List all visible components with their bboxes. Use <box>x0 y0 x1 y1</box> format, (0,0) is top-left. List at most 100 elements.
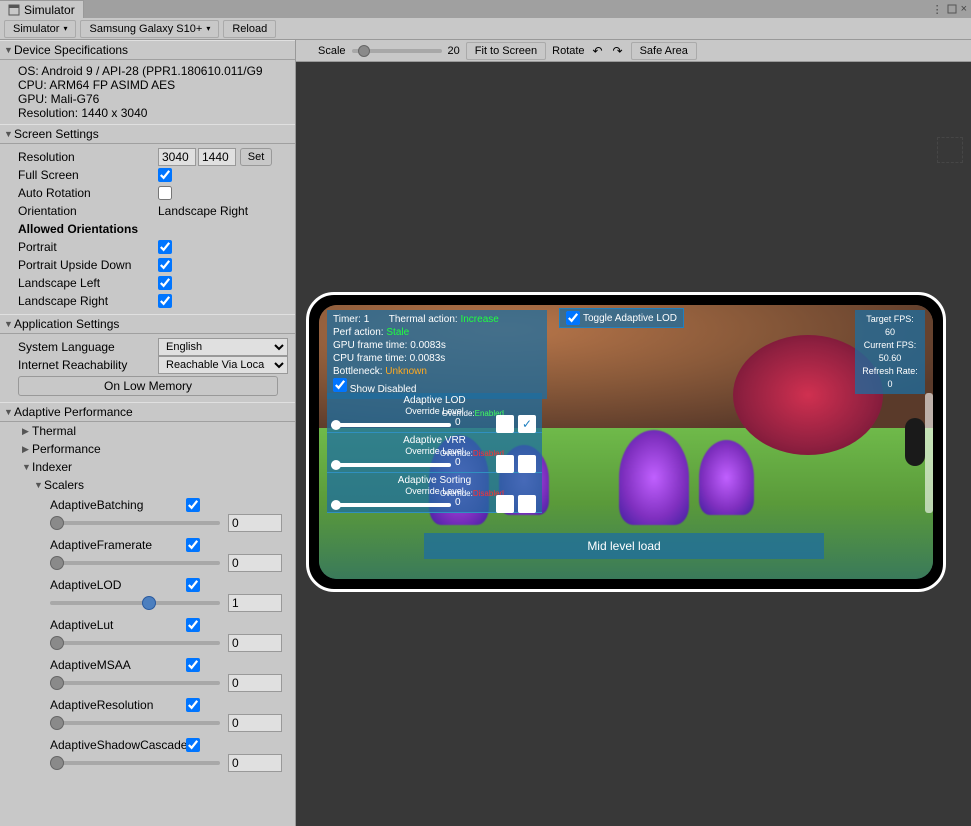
allowed-orientations-label: Allowed Orientations <box>18 222 158 236</box>
resolution-height-input[interactable] <box>198 148 236 166</box>
show-disabled-checkbox[interactable] <box>333 378 347 392</box>
ov-ctrl-value: 0 <box>455 457 461 468</box>
ov-ctrl-box[interactable] <box>496 415 514 433</box>
ov-ctrl-title: Adaptive LOD <box>331 395 538 406</box>
scaler-value-input[interactable] <box>228 634 282 652</box>
scaler-slider-thumb[interactable] <box>142 596 156 610</box>
scaler-slider[interactable] <box>50 641 220 645</box>
scaler-slider[interactable] <box>50 761 220 765</box>
scale-slider-thumb[interactable] <box>358 45 370 57</box>
scaler-slider-thumb[interactable] <box>50 636 64 650</box>
scene-coral <box>619 430 689 525</box>
scale-slider[interactable] <box>352 49 442 53</box>
scaler-slider-thumb[interactable] <box>50 756 64 770</box>
fullscreen-checkbox[interactable] <box>158 168 172 182</box>
overlay-scrollbar[interactable] <box>925 393 933 513</box>
scaler-value-input[interactable] <box>228 554 282 572</box>
landscape-r-checkbox[interactable] <box>158 294 172 308</box>
resolution-set-button[interactable]: Set <box>240 148 272 166</box>
scale-label: Scale <box>318 45 346 57</box>
scaler-label: AdaptiveShadowCascade <box>50 738 186 752</box>
ov-ctrl-slider[interactable] <box>331 463 451 467</box>
portrait-ud-checkbox[interactable] <box>158 258 172 272</box>
ov-ctrl-checkbox[interactable]: ✓ <box>518 415 536 433</box>
scaler-slider[interactable] <box>50 521 220 525</box>
toggle-lod-checkbox[interactable] <box>566 311 580 325</box>
scaler-value-input[interactable] <box>228 754 282 772</box>
ap-header[interactable]: ▼Adaptive Performance <box>0 402 295 422</box>
scaler-value-input[interactable] <box>228 594 282 612</box>
app-header[interactable]: ▼Application Settings <box>0 314 295 334</box>
screen-header[interactable]: ▼Screen Settings <box>0 124 295 144</box>
scaler-slider[interactable] <box>50 561 220 565</box>
devspec-gpu: GPU: Mali-G76 <box>18 92 295 106</box>
ov-ctrl-value: 0 <box>455 497 461 508</box>
devspec-res: Resolution: 1440 x 3040 <box>18 106 295 120</box>
ap-performance-foldout[interactable]: ▶Performance <box>18 440 295 458</box>
overlay-controls-panel: Adaptive LOD Override Level Override:Ena… <box>327 393 542 513</box>
devspec-header[interactable]: ▼Device Specifications <box>0 40 295 60</box>
popout-icon[interactable] <box>947 4 957 14</box>
foldout-icon: ▼ <box>4 45 14 55</box>
landscape-l-checkbox[interactable] <box>158 276 172 290</box>
scaler-checkbox[interactable] <box>186 738 200 752</box>
ap-indexer-foldout[interactable]: ▼Indexer <box>18 458 295 476</box>
scaler-value-input[interactable] <box>228 514 282 532</box>
devspec-cpu: CPU: ARM64 FP ASIMD AES <box>18 78 295 92</box>
viewport-area: Timer: 1 Thermal action: Increase Perf a… <box>296 62 971 826</box>
mid-level-load-label: Mid level load <box>424 533 824 559</box>
reload-button[interactable]: Reload <box>223 20 276 38</box>
portrait-ud-label: Portrait Upside Down <box>18 258 158 272</box>
device-dropdown[interactable]: Samsung Galaxy S10+▾ <box>80 20 219 38</box>
scaler-value-input[interactable] <box>228 674 282 692</box>
scaler-checkbox[interactable] <box>186 578 200 592</box>
portrait-checkbox[interactable] <box>158 240 172 254</box>
scaler-slider[interactable] <box>50 721 220 725</box>
safe-area-button[interactable]: Safe Area <box>631 42 697 60</box>
chevron-down-icon: ▾ <box>63 24 67 33</box>
scaler-checkbox[interactable] <box>186 538 200 552</box>
simulator-dropdown[interactable]: Simulator▾ <box>4 20 76 38</box>
ap-thermal-foldout[interactable]: ▶Thermal <box>18 422 295 440</box>
window-tab-title: Simulator <box>24 3 75 17</box>
resolution-width-input[interactable] <box>158 148 196 166</box>
ov-ctrl-checkbox[interactable] <box>518 455 536 473</box>
ov-ctrl-checkbox[interactable] <box>518 495 536 513</box>
fit-to-screen-button[interactable]: Fit to Screen <box>466 42 546 60</box>
scaler-checkbox[interactable] <box>186 698 200 712</box>
scaler-slider-thumb[interactable] <box>50 716 64 730</box>
ov-ctrl-title: Adaptive VRR <box>331 435 538 446</box>
scaler-slider[interactable] <box>50 681 220 685</box>
scaler-value-input[interactable] <box>228 714 282 732</box>
scaler-checkbox[interactable] <box>186 498 200 512</box>
netreach-select[interactable]: Reachable Via Loca <box>158 356 288 374</box>
scaler-slider-thumb[interactable] <box>50 556 64 570</box>
rotate-label: Rotate <box>552 45 584 57</box>
menu-icon[interactable]: ⋮ <box>932 3 943 16</box>
ap-scalers-foldout[interactable]: ▼Scalers <box>18 476 295 494</box>
viewport-toolbar: Scale 20 Fit to Screen Rotate ↶ ↷ Safe A… <box>296 40 971 62</box>
autorot-checkbox[interactable] <box>158 186 172 200</box>
ov-ctrl-box[interactable] <box>496 495 514 513</box>
ov-ctrl-slider[interactable] <box>331 503 451 507</box>
window-tab-bar: Simulator ⋮ × <box>0 0 971 18</box>
scaler-slider-thumb[interactable] <box>50 516 64 530</box>
toggle-adaptive-lod[interactable]: Toggle Adaptive LOD <box>559 308 684 328</box>
scaler-checkbox[interactable] <box>186 658 200 672</box>
viewport-panel: Scale 20 Fit to Screen Rotate ↶ ↷ Safe A… <box>296 40 971 826</box>
device-frame: Timer: 1 Thermal action: Increase Perf a… <box>306 292 946 592</box>
scaler-checkbox[interactable] <box>186 618 200 632</box>
window-tab-simulator[interactable]: Simulator <box>0 0 84 18</box>
device-screen[interactable]: Timer: 1 Thermal action: Increase Perf a… <box>319 305 933 579</box>
scaler-label: AdaptiveBatching <box>50 498 186 512</box>
rotate-cw-icon[interactable]: ↷ <box>611 44 625 58</box>
ov-ctrl-slider[interactable] <box>331 423 451 427</box>
device-camera-cutout <box>905 418 925 466</box>
scaler-slider-thumb[interactable] <box>50 676 64 690</box>
close-icon[interactable]: × <box>961 3 967 15</box>
lowmem-button[interactable]: On Low Memory <box>18 376 278 396</box>
rotate-ccw-icon[interactable]: ↶ <box>591 44 605 58</box>
syslang-select[interactable]: English <box>158 338 288 356</box>
ov-ctrl-box[interactable] <box>496 455 514 473</box>
scaler-slider[interactable] <box>50 601 220 605</box>
